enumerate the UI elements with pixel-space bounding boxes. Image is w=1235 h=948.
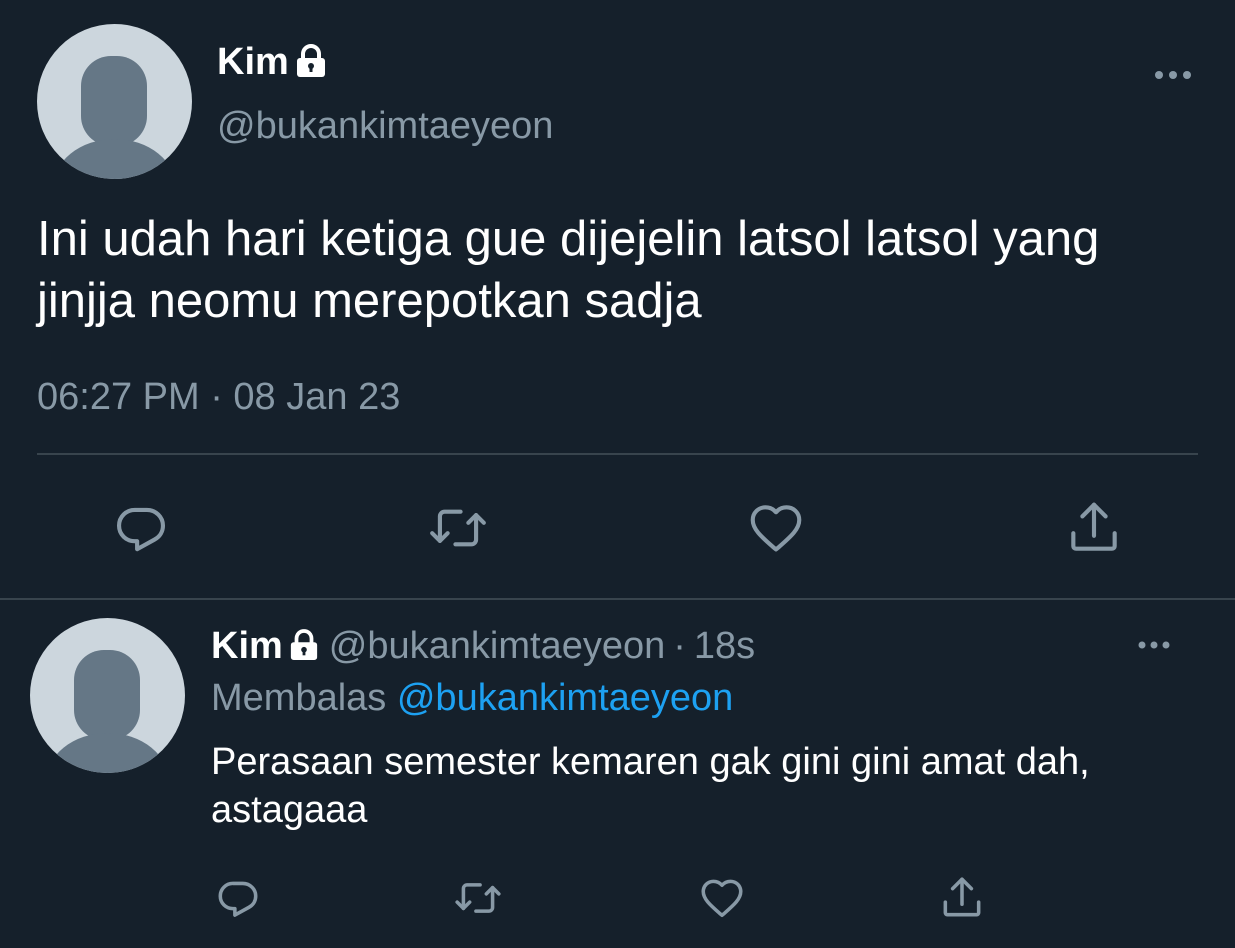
share-icon[interactable]: [1063, 497, 1125, 559]
divider: [37, 453, 1198, 455]
handle[interactable]: @bukankimtaeyeon: [217, 104, 553, 148]
share-icon[interactable]: [937, 873, 987, 923]
tweet-thread: Kim @bukankimtaeyeon Ini udah hari ketig…: [0, 0, 1235, 948]
avatar[interactable]: [37, 24, 192, 179]
reply-icon[interactable]: [110, 497, 172, 559]
display-name[interactable]: Kim: [217, 40, 327, 84]
replying-to: Membalas @bukankimtaeyeon: [211, 676, 733, 720]
more-options-icon[interactable]: [1134, 632, 1174, 658]
reply-text: Perasaan semester kemaren gak gini gini …: [211, 741, 1090, 831]
more-options-icon[interactable]: [1150, 60, 1196, 90]
reply-handle[interactable]: @bukankimtaeyeon: [329, 624, 665, 668]
retweet-icon[interactable]: [453, 873, 503, 923]
reply-display-name[interactable]: Kim: [211, 624, 283, 668]
reply-age[interactable]: 18s: [694, 624, 755, 668]
reply-header: Kim @bukankimtaeyeon · 18s: [211, 624, 755, 668]
separator: ·: [673, 625, 686, 667]
thread-divider: [0, 598, 1235, 600]
tweet-timestamp[interactable]: 06:27 PM · 08 Jan 23: [37, 374, 400, 420]
display-name-text: Kim: [217, 41, 289, 83]
like-icon[interactable]: [745, 497, 807, 559]
default-avatar-icon: [46, 650, 169, 773]
lock-icon: [289, 629, 319, 661]
like-icon[interactable]: [697, 873, 747, 923]
reply-avatar[interactable]: [30, 618, 185, 773]
replying-to-mention[interactable]: @bukankimtaeyeon: [397, 677, 733, 719]
default-avatar-icon: [53, 56, 176, 179]
lock-icon: [295, 44, 327, 78]
retweet-icon[interactable]: [427, 497, 489, 559]
reply-icon[interactable]: [213, 873, 263, 923]
tweet-text: Ini udah hari ketiga gue dijejelin latso…: [37, 212, 1113, 328]
replying-to-prefix: Membalas: [211, 677, 387, 719]
